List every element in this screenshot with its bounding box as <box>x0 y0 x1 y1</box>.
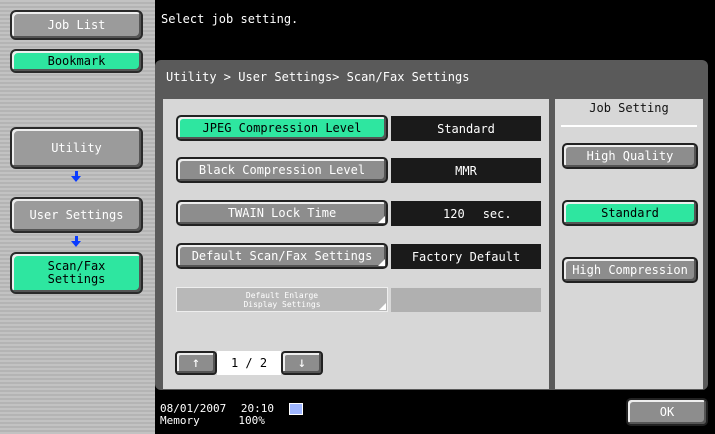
default-enlarge-label-line2: Display Settings <box>243 299 321 309</box>
arrow-down-icon <box>71 241 81 247</box>
pager: ↑ 1 / 2 ↓ <box>175 351 323 375</box>
memory-label: Memory <box>160 414 200 427</box>
jpeg-compression-level-button[interactable]: JPEG Compression Level <box>176 115 388 141</box>
twain-lock-time-unit: sec. <box>482 206 512 221</box>
twain-lock-time-label: TWAIN Lock Time <box>227 206 337 220</box>
corner-marker-icon <box>379 303 386 310</box>
utility-button[interactable]: Utility <box>10 127 143 169</box>
page-indicator: 1 / 2 <box>217 351 281 375</box>
divider <box>561 125 697 127</box>
arrow-down-icon <box>71 176 81 182</box>
ok-button[interactable]: OK <box>626 398 708 426</box>
job-list-button[interactable]: Job List <box>10 10 143 40</box>
arrow-down-icon: ↓ <box>297 355 307 371</box>
corner-marker-icon <box>378 259 385 266</box>
default-scan-fax-settings-button[interactable]: Default Scan/Fax Settings <box>176 243 388 269</box>
twain-lock-time-value: 120 sec. <box>391 201 541 226</box>
scan-fax-label-line2: Settings <box>47 272 106 286</box>
breadcrumb: Utility > User Settings> Scan/Fax Settin… <box>160 64 705 90</box>
black-compression-level-button[interactable]: Black Compression Level <box>176 157 388 183</box>
job-setting-title: Job Setting <box>589 101 669 115</box>
memory-value: 100% <box>238 414 265 427</box>
scan-fax-settings-button[interactable]: Scan/Fax Settings <box>10 252 143 294</box>
twain-lock-time-number: 120 <box>443 206 465 221</box>
black-compression-level-value: MMR <box>391 158 541 183</box>
bookmark-button[interactable]: Bookmark <box>10 49 143 73</box>
default-scan-fax-settings-label: Default Scan/Fax Settings <box>191 249 373 263</box>
corner-marker-icon <box>378 216 385 223</box>
page-down-button[interactable]: ↓ <box>281 351 323 375</box>
standard-button[interactable]: Standard <box>562 200 698 226</box>
default-enlarge-label-line1: Default Enlarge <box>245 290 319 300</box>
default-enlarge-display-settings-value <box>391 288 541 312</box>
arrow-up-icon: ↑ <box>191 355 201 371</box>
high-compression-button[interactable]: High Compression <box>562 257 698 283</box>
network-icon <box>288 403 303 415</box>
instruction-message: Select job setting. <box>161 12 299 26</box>
default-scan-fax-settings-value: Factory Default <box>391 244 541 269</box>
scan-fax-label-line1: Scan/Fax <box>47 259 106 273</box>
jpeg-compression-level-value: Standard <box>391 116 541 141</box>
high-quality-button[interactable]: High Quality <box>562 143 698 169</box>
page-up-button[interactable]: ↑ <box>175 351 217 375</box>
twain-lock-time-button[interactable]: TWAIN Lock Time <box>176 200 388 226</box>
user-settings-button[interactable]: User Settings <box>10 197 143 233</box>
default-enlarge-display-settings-button: Default Enlarge Display Settings <box>176 287 388 312</box>
screen: Job List Bookmark Utility User Settings … <box>0 0 715 434</box>
status-bar: 08/01/2007 20:10 Memory 100% <box>160 403 303 426</box>
